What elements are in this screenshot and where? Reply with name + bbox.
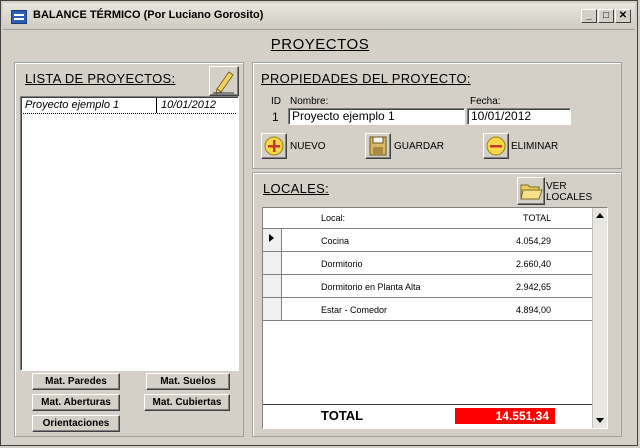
project-name: Proyecto ejemplo 1 <box>25 99 120 111</box>
current-row-icon <box>269 234 274 242</box>
grid-line <box>263 320 593 321</box>
plus-circle-icon <box>264 136 284 156</box>
date-field[interactable]: 10/01/2012 <box>467 108 571 125</box>
project-date: 10/01/2012 <box>161 99 217 111</box>
id-label: ID <box>271 96 281 107</box>
page-title: PROYECTOS <box>270 36 370 53</box>
guardar-button[interactable] <box>365 133 391 159</box>
grid-line <box>263 251 593 252</box>
ver-locales-line1: VER <box>546 181 567 192</box>
local-total: 4.894,00 <box>516 305 552 315</box>
scroll-down-icon[interactable] <box>596 418 604 423</box>
local-name: Dormitorio <box>321 259 363 269</box>
projects-list-title: LISTA DE PROYECTOS: <box>25 71 176 86</box>
mat-paredes-button[interactable]: Mat. Paredes <box>32 373 120 390</box>
edit-project-button[interactable] <box>209 66 239 96</box>
projects-listbox[interactable]: Proyecto ejemplo 1 10/01/2012 <box>20 96 239 371</box>
local-name: Cocina <box>321 236 350 246</box>
folder-open-icon <box>520 184 543 200</box>
grid-scrollbar[interactable] <box>592 208 607 428</box>
id-value: 1 <box>272 110 279 124</box>
title-bar: BALANCE TÉRMICO (Por Luciano Gorosito) _… <box>3 3 635 30</box>
grid-line <box>263 274 593 275</box>
grid-line <box>263 228 593 229</box>
pencil-icon <box>213 71 234 95</box>
minimize-button[interactable]: _ <box>581 9 597 23</box>
name-field[interactable]: Proyecto ejemplo 1 <box>288 108 465 125</box>
total-value: 14.551,34 <box>455 408 555 424</box>
nuevo-label: NUEVO <box>290 141 326 152</box>
local-name: Estar - Comedor <box>321 305 388 315</box>
col-header-local: Local: <box>321 213 346 223</box>
eliminar-button[interactable] <box>483 133 509 159</box>
locales-grid[interactable]: Local: TOTAL Cocina 4.054,29 Dormitorio … <box>262 207 608 429</box>
nuevo-button[interactable] <box>261 133 287 159</box>
local-total: 2.942,65 <box>516 282 552 292</box>
project-properties-panel: PROPIEDADES DEL PROYECTO: ID Nombre: Fec… <box>252 62 622 169</box>
app-icon <box>11 10 27 24</box>
total-separator <box>263 404 593 405</box>
mat-suelos-button[interactable]: Mat. Suelos <box>146 373 230 390</box>
minus-circle-icon <box>486 136 506 156</box>
total-label: TOTAL <box>321 408 364 423</box>
mat-aberturas-button[interactable]: Mat. Aberturas <box>32 394 120 411</box>
grid-line <box>263 297 593 298</box>
maximize-button[interactable]: □ <box>598 9 614 23</box>
name-label: Nombre: <box>290 96 329 107</box>
guardar-label: GUARDAR <box>394 141 445 152</box>
local-total: 4.054,29 <box>516 236 552 246</box>
eliminar-label: ELIMINAR <box>511 141 559 152</box>
local-name: Dormitorio en Planta Alta <box>321 282 421 292</box>
mat-cubiertas-button[interactable]: Mat. Cubiertas <box>144 394 230 411</box>
ver-locales-button[interactable] <box>517 177 545 205</box>
scroll-up-icon[interactable] <box>596 213 604 218</box>
ver-locales-label: VER LOCALES <box>546 181 592 203</box>
col-header-total: TOTAL <box>523 213 552 223</box>
ver-locales-line2: LOCALES <box>546 192 593 203</box>
save-disk-icon <box>369 136 387 156</box>
list-item[interactable]: Proyecto ejemplo 1 10/01/2012 <box>23 98 236 114</box>
properties-title: PROPIEDADES DEL PROYECTO: <box>261 71 471 86</box>
orientaciones-button[interactable]: Orientaciones <box>32 415 120 432</box>
window-title: BALANCE TÉRMICO (Por Luciano Gorosito) <box>33 9 264 21</box>
local-total: 2.660,40 <box>516 259 552 269</box>
date-label: Fecha: <box>470 96 501 107</box>
locales-title: LOCALES: <box>263 181 329 196</box>
close-button[interactable]: ✕ <box>615 9 631 23</box>
